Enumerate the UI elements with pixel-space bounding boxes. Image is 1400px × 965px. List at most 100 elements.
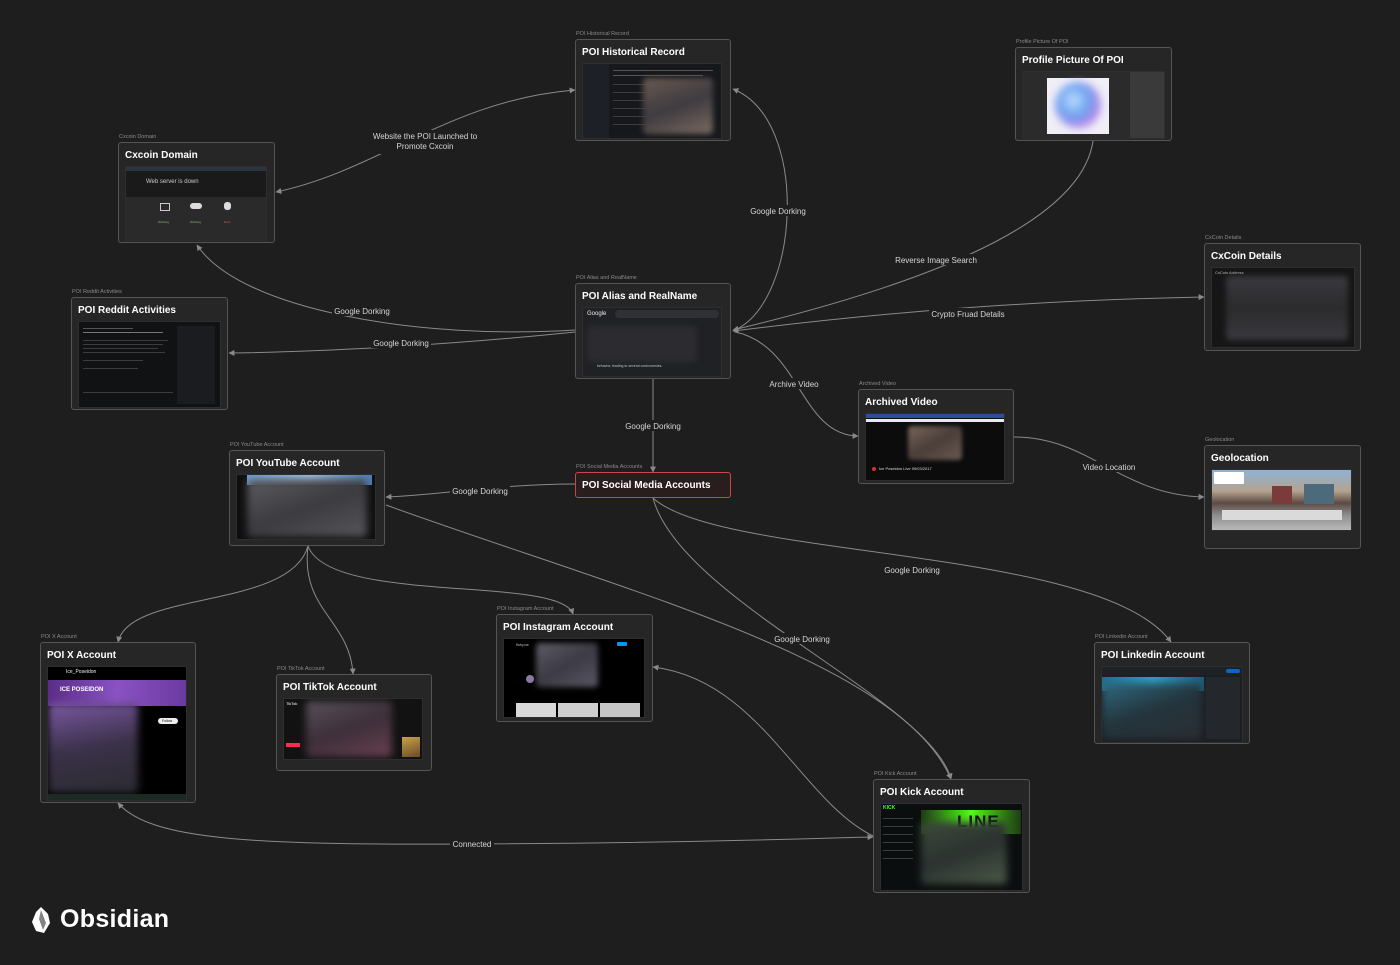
edge-connected[interactable]: [117, 802, 874, 845]
node-title: POI Social Media Accounts: [582, 480, 711, 491]
node-title: POI Linkedin Account: [1101, 650, 1205, 661]
edge-label-reverse-text: Reverse Image Search: [895, 256, 977, 265]
node-screenshot: [1101, 666, 1243, 743]
edge-label-dork-youtube-text: Google Dorking: [452, 487, 508, 496]
node-screenshot: fishpoe: [503, 638, 645, 718]
screenshot-brand: KICK: [883, 805, 896, 811]
edge-label-archive-text: Archive Video: [769, 380, 819, 389]
edge-label-website: Website the POI Launched to Promote Cxco…: [368, 130, 482, 154]
node-tag: POI YouTube Account: [230, 442, 284, 448]
node-title: POI Alias and RealName: [582, 291, 698, 302]
edge-label-website-line2: Promote Cxcoin: [397, 142, 454, 151]
edge-label-dork-kick: Google Dorking: [772, 633, 832, 644]
screenshot-footer: behavior, leading to several controversi…: [597, 364, 663, 368]
edge-label-connected: Connected: [450, 838, 494, 849]
node-tag: Archived Video: [859, 381, 896, 387]
edge-label-dork-reddit: Google Dorking: [371, 337, 431, 348]
screenshot-handle: Ice_Poseidon: [66, 669, 97, 675]
edge-dork-domain[interactable]: [196, 244, 576, 333]
screenshot-caption: Ice Poseidon Live 09/03/2017: [879, 466, 932, 471]
node-title: POI Reddit Activities: [78, 305, 176, 316]
node-tag: Profile Picture Of POI: [1016, 39, 1069, 45]
status-working-2: Working: [190, 220, 201, 224]
edge-label-reverse: Reverse Image Search: [895, 254, 977, 265]
node-profile-picture[interactable]: Profile Picture Of POI Profile Picture O…: [1015, 39, 1172, 141]
edge-label-dork-historical: Google Dorking: [749, 205, 807, 216]
node-screenshot: [1211, 469, 1352, 531]
edge-label-dork-reddit-text: Google Dorking: [373, 339, 429, 348]
video-avatar: [872, 467, 876, 471]
node-screenshot: TikTok: [283, 698, 423, 760]
edge-kick-instagram[interactable]: [652, 664, 874, 837]
node-youtube[interactable]: POI YouTube Account POI YouTube Account: [229, 442, 385, 546]
node-alias[interactable]: POI Alias and RealName POI Alias and Rea…: [575, 275, 731, 379]
edge-label-dork-youtube: Google Dorking: [450, 485, 510, 496]
node-tag: POI Alias and RealName: [576, 275, 637, 281]
node-tag: POI Reddit Activities: [72, 289, 122, 295]
node-tag: POI Linkedin Account: [1095, 634, 1148, 640]
edge-label-dork-linkedin-text: Google Dorking: [884, 566, 940, 575]
node-title: POI X Account: [47, 650, 117, 661]
node-title: POI TikTok Account: [283, 682, 377, 693]
screenshot-brand: Google: [587, 311, 607, 317]
node-screenshot: [1022, 71, 1165, 139]
edge-label-archive: Archive Video: [767, 378, 821, 389]
node-screenshot: Ice_Poseidon ICE POSEIDON Follow: [47, 666, 187, 801]
screenshot-handle: fishpoe: [516, 642, 529, 647]
node-tag: Cxcoin Domain: [119, 134, 157, 140]
node-title: Cxcoin Domain: [125, 150, 198, 161]
node-title: POI Historical Record: [582, 47, 685, 58]
node-kick[interactable]: POI Kick Account POI Kick Account KICK L…: [873, 771, 1030, 893]
edge-youtube-x[interactable]: [116, 545, 309, 643]
obsidian-logo-icon: [32, 906, 50, 933]
computer-icon: [160, 203, 170, 211]
edge-label-dork-domain-text: Google Dorking: [334, 307, 390, 316]
cloud-icon: [190, 203, 202, 209]
edge-label-dork-historical-text: Google Dorking: [750, 207, 806, 216]
node-screenshot: [78, 321, 221, 408]
screenshot-follow: Follow: [162, 719, 173, 723]
edge-label-connected-text: Connected: [453, 840, 492, 849]
screenshot-error-text: Web server is down: [146, 179, 199, 185]
node-title: POI Instagram Account: [503, 622, 614, 633]
node-tag: CxCoin Details: [1205, 235, 1242, 241]
node-screenshot: KICK LINE: [880, 803, 1023, 891]
node-title: POI Kick Account: [880, 787, 964, 798]
status-error: Error: [224, 220, 231, 224]
edge-label-dork-social: Google Dorking: [623, 420, 683, 431]
edge-youtube-kick[interactable]: [385, 504, 952, 780]
node-screenshot: [236, 474, 376, 540]
node-title: Geolocation: [1211, 453, 1269, 464]
node-screenshot: CxCoin Address: [1211, 267, 1355, 348]
edge-youtube-tiktok[interactable]: [306, 545, 356, 675]
node-cxcoin-domain[interactable]: Cxcoin Domain Cxcoin Domain Web server i…: [118, 134, 275, 243]
node-social-media[interactable]: POI Social Media Accounts POI Social Med…: [575, 464, 731, 498]
obsidian-brand: Obsidian: [30, 905, 169, 934]
status-working-1: Working: [158, 220, 169, 224]
node-geolocation[interactable]: Geolocation Geolocation: [1204, 437, 1361, 549]
edge-label-website-line1: Website the POI Launched to: [373, 132, 478, 141]
profile-image: [1055, 82, 1101, 128]
node-tag: POI Kick Account: [874, 771, 917, 777]
node-historical-record[interactable]: POI Historical Record POI Historical Rec…: [575, 31, 731, 141]
obsidian-wordmark: Obsidian: [60, 905, 170, 933]
node-archived-video[interactable]: Archived Video Archived Video Ice Poseid…: [858, 381, 1014, 484]
node-tag: POI Historical Record: [576, 31, 629, 37]
node-cxcoin-details[interactable]: CxCoin Details CxCoin Details CxCoin Add…: [1204, 235, 1361, 351]
screenshot-brand: TikTok: [286, 701, 298, 706]
node-screenshot: Google behavior, leading to several cont…: [582, 307, 722, 377]
node-title: POI YouTube Account: [236, 458, 340, 469]
edge-label-video-location: Video Location: [1080, 461, 1138, 472]
node-tiktok[interactable]: POI TikTok Account POI TikTok Account Ti…: [276, 666, 432, 771]
instagram-avatar: [526, 675, 534, 683]
node-title: CxCoin Details: [1211, 251, 1282, 262]
node-x[interactable]: POI X Account POI X Account Ice_Poseidon…: [40, 634, 196, 803]
screenshot-banner: ICE POSEIDON: [60, 687, 104, 693]
node-linkedin[interactable]: POI Linkedin Account POI Linkedin Accoun…: [1094, 634, 1250, 744]
node-reddit[interactable]: POI Reddit Activities POI Reddit Activit…: [71, 289, 228, 410]
node-instagram[interactable]: POI Instagram Account POI Instagram Acco…: [496, 606, 653, 722]
node-tag: Geolocation: [1205, 437, 1235, 443]
node-title: Profile Picture Of POI: [1022, 55, 1124, 66]
edge-label-dork-linkedin: Google Dorking: [882, 564, 942, 575]
edge-reverse-image[interactable]: [732, 140, 1094, 332]
